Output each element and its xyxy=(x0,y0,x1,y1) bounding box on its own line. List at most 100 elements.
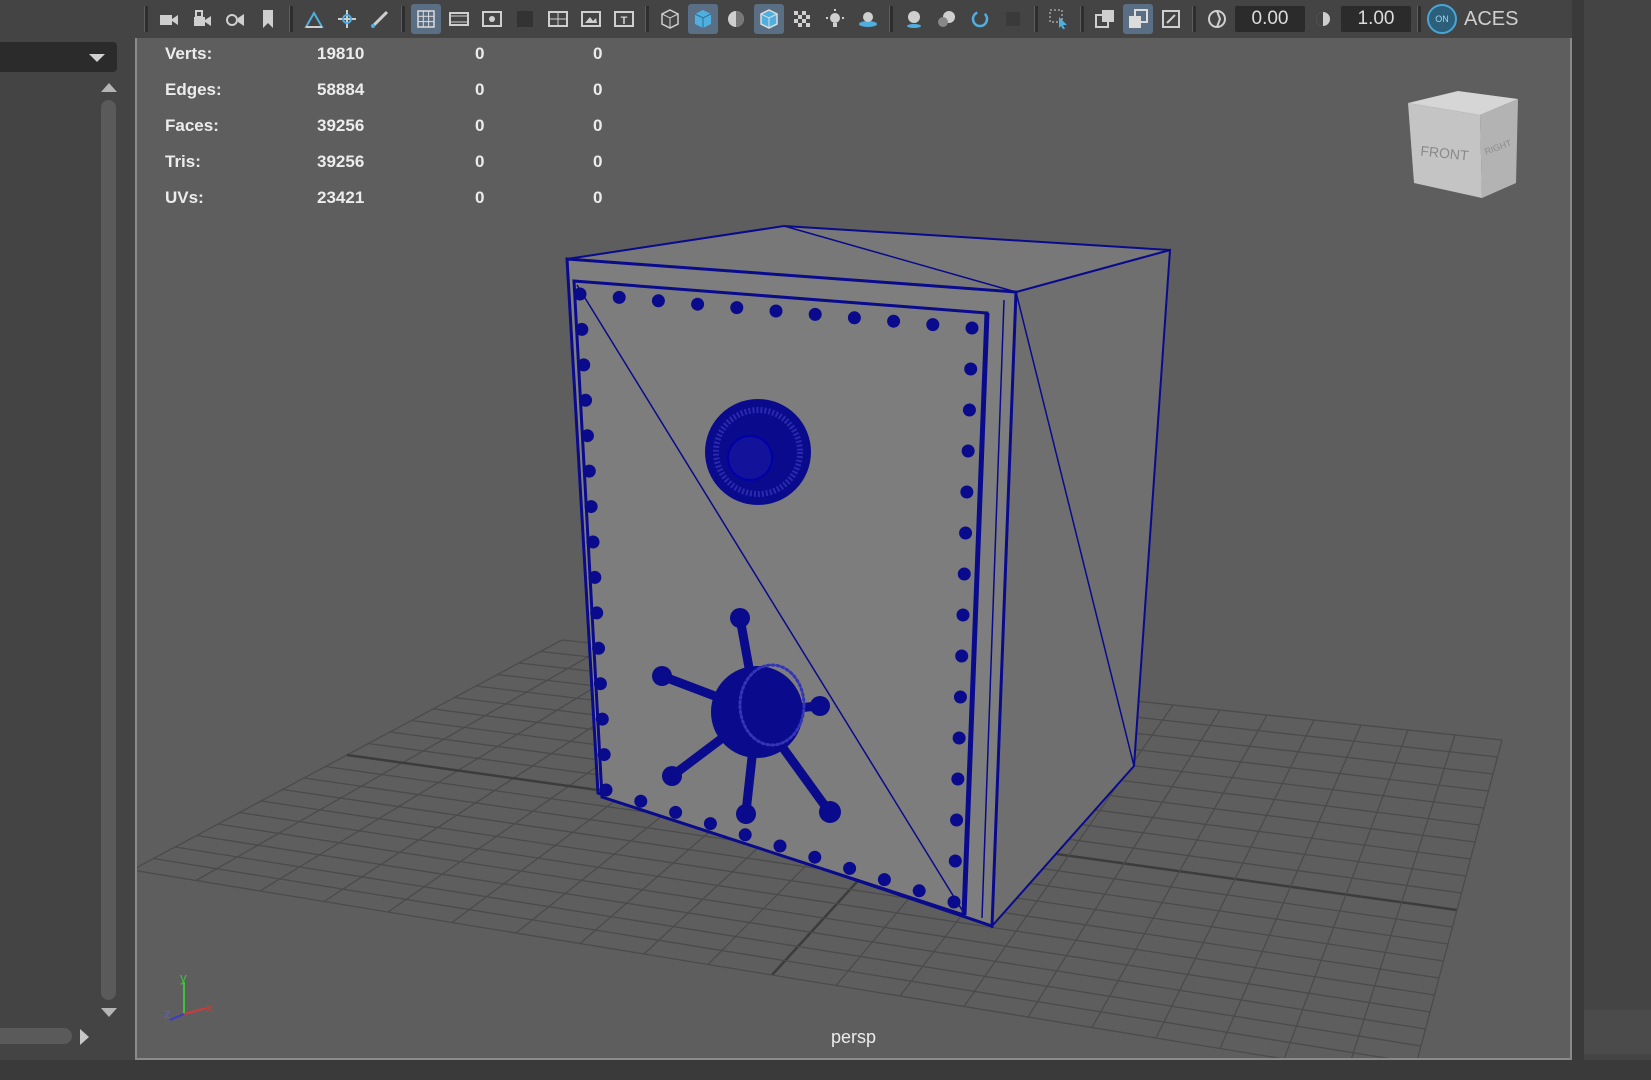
grid-icon[interactable] xyxy=(411,4,441,34)
rivet xyxy=(597,748,611,762)
rivet xyxy=(961,444,975,458)
scroll-up-arrow[interactable] xyxy=(101,83,117,92)
hud-label: Faces: xyxy=(165,116,219,135)
combination-dial[interactable] xyxy=(705,399,811,505)
hud-row-verts: Verts: 19810 0 0 xyxy=(165,44,645,80)
exposure-field[interactable]: 0.00 xyxy=(1235,6,1305,32)
time-slider[interactable] xyxy=(0,1060,1651,1080)
hud-value: 58884 xyxy=(317,80,365,99)
image-plane-icon[interactable] xyxy=(299,4,329,34)
gamma-field[interactable]: 1.00 xyxy=(1341,6,1411,32)
gamma-icon[interactable] xyxy=(1308,4,1338,34)
chevron-down-icon[interactable] xyxy=(89,54,105,62)
lock-camera-icon[interactable] xyxy=(187,4,217,34)
hud-value: 0 xyxy=(475,44,485,63)
rivet xyxy=(926,318,940,332)
viewport-divider[interactable] xyxy=(1572,0,1584,1060)
scroll-down-arrow[interactable] xyxy=(101,1008,117,1017)
isolate-select-icon[interactable] xyxy=(1044,4,1074,34)
viewport-panel[interactable]: FRONT RIGHT y z x Verts: 19810 0 0 Edges… xyxy=(135,38,1572,1060)
rivet xyxy=(579,393,593,407)
hud-value: 0 xyxy=(475,152,485,171)
toolbar-separator xyxy=(289,6,293,32)
smooth-shade-icon[interactable] xyxy=(688,4,718,34)
xray-joints-icon[interactable] xyxy=(1123,4,1153,34)
select-camera-icon[interactable] xyxy=(154,4,184,34)
default-material-icon[interactable] xyxy=(721,4,751,34)
shadows-icon[interactable] xyxy=(853,4,883,34)
wireframe-shading-icon[interactable] xyxy=(655,4,685,34)
bookmark-icon[interactable] xyxy=(253,4,283,34)
hud-label: UVs: xyxy=(165,188,204,207)
toolbar-separator xyxy=(889,6,893,32)
gate-mask-icon[interactable] xyxy=(510,4,540,34)
camera-attributes-icon[interactable] xyxy=(220,4,250,34)
xray-components-icon[interactable] xyxy=(1156,4,1186,34)
multisample-aa-icon[interactable] xyxy=(965,4,995,34)
rivet xyxy=(964,362,978,376)
rivet xyxy=(592,641,606,655)
use-all-lights-icon[interactable] xyxy=(820,4,850,34)
xray-icon[interactable] xyxy=(1090,4,1120,34)
axis-z-label: z xyxy=(164,1006,171,1021)
grid-line xyxy=(1283,729,1409,1058)
viewport-toolbar: T 0.00 1.00 ON ACES xyxy=(135,0,1572,38)
toolbar-separator xyxy=(645,6,649,32)
rivet xyxy=(962,403,976,417)
outliner-dropdown[interactable] xyxy=(0,42,117,72)
hud-value: 0 xyxy=(475,188,485,207)
axis-y-label: y xyxy=(180,970,187,985)
camera-name-label: persp xyxy=(830,1027,877,1047)
wireframe-on-shaded-icon[interactable] xyxy=(754,4,784,34)
hud-value: 0 xyxy=(475,80,485,99)
hud-value: 39256 xyxy=(317,116,365,135)
rivet xyxy=(703,817,717,831)
rivet xyxy=(843,861,857,875)
vertical-scrollbar[interactable] xyxy=(101,100,116,1000)
rivet xyxy=(773,839,787,853)
toolbar-separator xyxy=(401,6,405,32)
rivet xyxy=(953,690,967,704)
toolbar-separator xyxy=(1080,6,1084,32)
safe-title-icon[interactable]: T xyxy=(609,4,639,34)
depth-of-field-icon[interactable] xyxy=(998,4,1028,34)
safe-action-icon[interactable] xyxy=(576,4,606,34)
rivet xyxy=(959,526,973,540)
scroll-right-arrow[interactable] xyxy=(80,1029,89,1045)
color-management-toggle[interactable]: ON xyxy=(1427,4,1457,34)
field-chart-icon[interactable] xyxy=(543,4,573,34)
rivet xyxy=(573,287,587,301)
axis-gizmo: y z x xyxy=(164,970,213,1021)
resolution-gate-icon[interactable] xyxy=(477,4,507,34)
screen-space-ao-icon[interactable] xyxy=(899,4,929,34)
rivet xyxy=(730,301,744,315)
toolbar-separator xyxy=(144,6,148,32)
textured-icon[interactable] xyxy=(787,4,817,34)
two-d-pan-zoom-icon[interactable] xyxy=(332,4,362,34)
rivet xyxy=(590,606,604,620)
svg-text:T: T xyxy=(621,15,628,27)
rivet xyxy=(691,297,705,311)
view-cube[interactable]: FRONT RIGHT xyxy=(1408,91,1518,198)
rivet xyxy=(575,322,589,336)
exposure-icon[interactable] xyxy=(1202,4,1232,34)
hud-value: 0 xyxy=(593,116,603,135)
hud-row-tris: Tris: 39256 0 0 xyxy=(165,152,645,188)
view-transform-menu[interactable]: ACES xyxy=(1464,8,1518,31)
rivet xyxy=(593,677,607,691)
rivet xyxy=(808,850,822,864)
motion-blur-icon[interactable] xyxy=(932,4,962,34)
toolbar-separator xyxy=(1417,6,1421,32)
rivet xyxy=(580,429,594,443)
rivet xyxy=(595,712,609,726)
grid-line xyxy=(1417,739,1503,1058)
toolbar-separator xyxy=(1034,6,1038,32)
film-gate-icon[interactable] xyxy=(444,4,474,34)
horizontal-scrollbar[interactable] xyxy=(0,1028,72,1044)
grease-pencil-icon[interactable] xyxy=(365,4,395,34)
safe-model[interactable] xyxy=(565,224,1172,929)
rivet xyxy=(951,772,965,786)
hud-row-faces: Faces: 39256 0 0 xyxy=(165,116,645,152)
right-panel-box xyxy=(1584,1010,1651,1054)
hud-value: 19810 xyxy=(317,44,365,63)
